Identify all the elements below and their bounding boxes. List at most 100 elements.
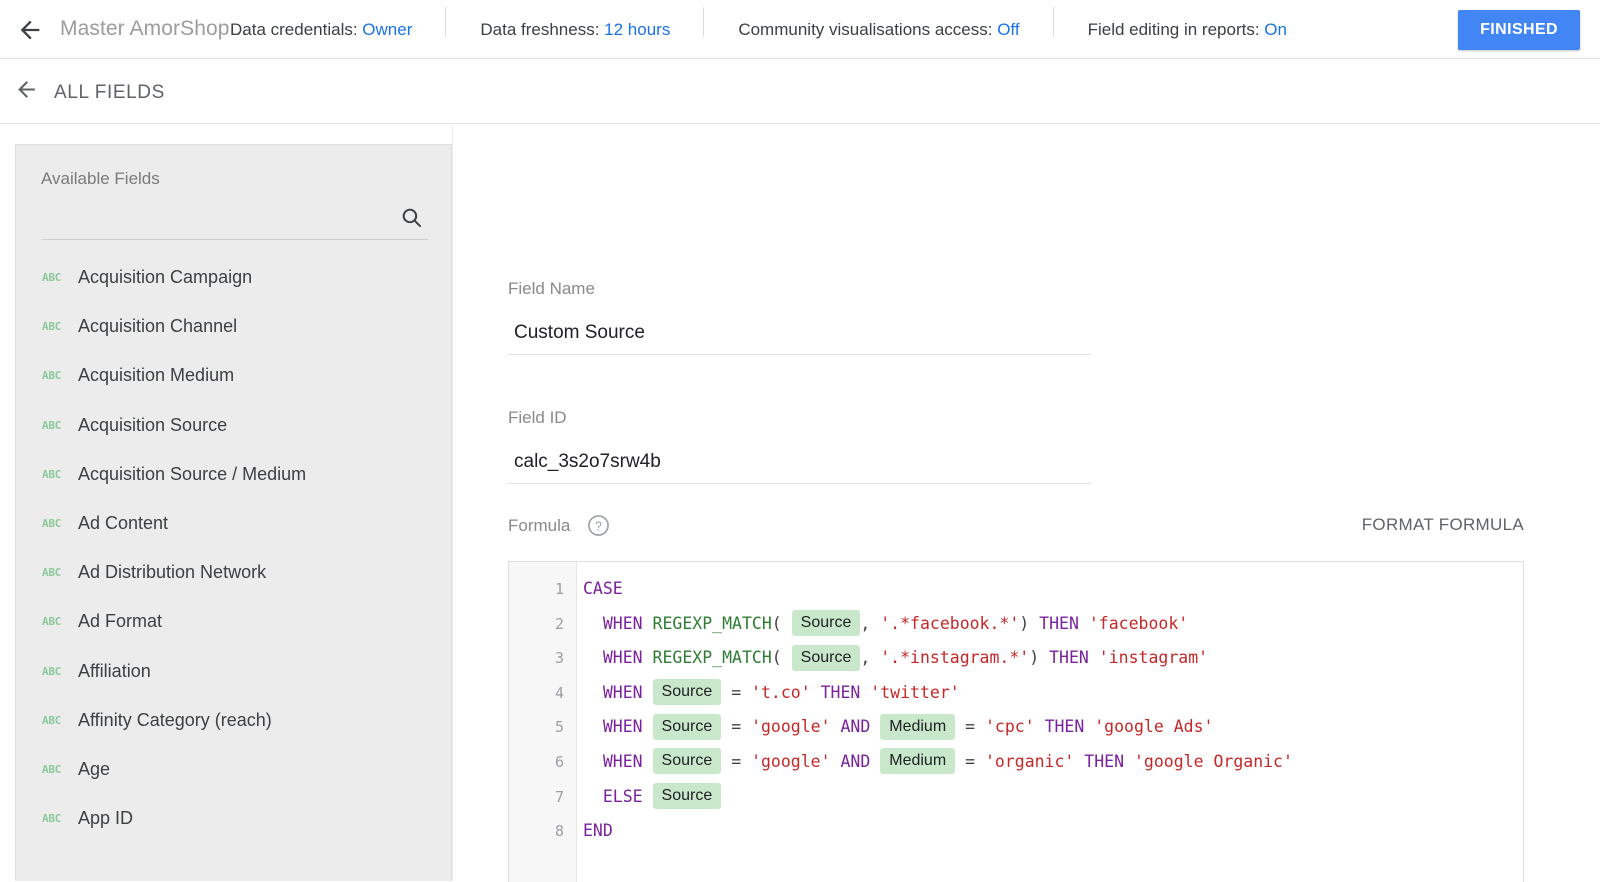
arrow-left-icon (14, 77, 39, 107)
code-token: AND (840, 751, 871, 771)
fields-search-row[interactable] (42, 197, 428, 240)
field-chip[interactable]: Source (652, 679, 722, 706)
available-field-label: Affinity Category (reach) (78, 709, 272, 730)
available-field-item[interactable]: ABC Affinity Category (reach) (16, 696, 451, 745)
available-field-item[interactable]: ABC Acquisition Channel (16, 302, 451, 351)
text-type-icon: ABC (42, 615, 61, 629)
line-number: 3 (554, 649, 564, 668)
code-token: WHEN (602, 717, 643, 737)
text-type-icon: ABC (42, 566, 61, 580)
code-token: 'google' (751, 717, 831, 737)
code-token: = (731, 751, 742, 771)
meta-label: Community visualisations access: (738, 19, 998, 39)
field-chip[interactable]: Source (791, 644, 861, 671)
code-token: ELSE (602, 786, 643, 806)
available-field-label: Age (78, 758, 111, 779)
code-token: WHEN (602, 682, 643, 702)
editor-gutter: 1 2 3 4 5 6 7 8 (509, 562, 577, 882)
question-mark-circle-icon[interactable]: ? (587, 514, 610, 537)
available-field-item[interactable]: ABC Acquisition Campaign (16, 253, 451, 302)
text-type-icon: ABC (42, 713, 61, 727)
available-field-item[interactable]: ABC Acquisition Medium (16, 351, 451, 400)
available-field-label: Affiliation (78, 660, 151, 681)
code-token: ) (1029, 648, 1040, 668)
code-line: END (583, 814, 1523, 849)
code-token: 'organic' (984, 751, 1075, 771)
available-field-label: Acquisition Source (78, 414, 228, 435)
code-token: '.*facebook.*' (880, 613, 1020, 633)
editor-code[interactable]: CASE WHEN REGEXP_MATCH( Source, '.*faceb… (577, 562, 1523, 882)
line-number: 5 (554, 718, 564, 737)
code-token: 'instagram' (1098, 648, 1209, 668)
code-token: 'facebook' (1088, 613, 1189, 633)
available-field-item[interactable]: ABC Ad Distribution Network (16, 548, 451, 597)
code-token: END (583, 821, 613, 841)
field-chip[interactable]: Source (652, 713, 722, 740)
back-button-report[interactable] (14, 14, 46, 46)
code-token: 'google Organic' (1133, 751, 1293, 771)
top-bar: Master AmorShop... Data credentials: Own… (0, 0, 1600, 59)
available-field-item[interactable]: ABC Ad Format (16, 597, 451, 646)
field-name-input[interactable] (508, 316, 1091, 355)
meta-item[interactable]: Data freshness: 12 hours (446, 6, 705, 38)
available-field-item[interactable]: ABC Affiliation (16, 647, 451, 696)
code-token: ( (771, 648, 782, 668)
format-formula-button[interactable]: FORMAT FORMULA (1362, 515, 1524, 535)
available-field-item[interactable]: ABC Ad Content (16, 499, 451, 548)
line-number: 1 (554, 580, 564, 598)
code-token: CASE (583, 579, 623, 598)
field-chip[interactable]: Source (791, 610, 861, 637)
field-chip[interactable]: Medium (880, 748, 956, 775)
available-field-item[interactable]: ABC Acquisition Source (16, 401, 451, 450)
formula-editor[interactable]: 12345678 CASE WHEN REGEXP_MATCH( Source,… (508, 561, 1524, 882)
text-type-icon: ABC (42, 369, 61, 383)
meta-item[interactable]: Community visualisations access: Off (704, 6, 1054, 39)
field-id-label: Field ID (508, 408, 567, 427)
code-token: REGEXP_MATCH (652, 648, 772, 668)
field-chip[interactable]: Source (652, 748, 722, 775)
line-number: 7 (554, 787, 564, 806)
text-type-icon: ABC (42, 320, 61, 334)
code-token: ) (1019, 613, 1030, 633)
text-type-icon: ABC (42, 271, 61, 285)
available-field-label: Ad Content (78, 513, 169, 534)
code-line: CASE (583, 572, 1523, 607)
available-field-item[interactable]: ABC Age (16, 745, 451, 794)
available-field-label: Acquisition Source / Medium (78, 463, 307, 484)
field-chip[interactable]: Source (652, 783, 722, 810)
finished-button[interactable]: FINISHED (1458, 10, 1580, 50)
available-field-item[interactable]: ABC App ID (16, 794, 451, 843)
field-chip[interactable]: Medium (880, 713, 956, 740)
code-token: 'twitter' (870, 682, 960, 702)
meta-item[interactable]: Field editing in reports: On (1054, 21, 1321, 38)
code-token: = (731, 682, 742, 702)
code-token: ( (771, 613, 782, 633)
field-id-input[interactable] (508, 445, 1091, 484)
code-token: = (731, 717, 742, 737)
code-token: THEN (1044, 717, 1085, 737)
available-field-label: Acquisition Campaign (78, 267, 253, 288)
meta-item[interactable]: Data credentials: Owner (196, 6, 447, 38)
code-token: REGEXP_MATCH (652, 613, 772, 633)
back-button-all-fields[interactable] (12, 78, 40, 106)
available-fields-title: Available Fields (41, 169, 160, 188)
line-number: 8 (554, 822, 564, 841)
available-fields-list[interactable]: ABC Acquisition Campaign ABC Acquisition Ch… (16, 253, 451, 881)
code-token: THEN (1084, 751, 1125, 771)
search-icon[interactable] (396, 202, 426, 232)
available-field-item[interactable]: ABC Acquisition Source / Medium (16, 450, 451, 499)
